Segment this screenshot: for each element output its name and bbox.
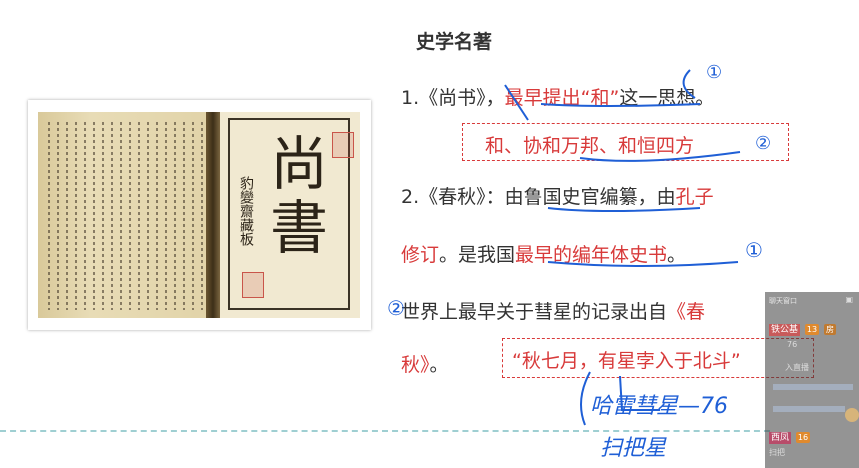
line3-highlight-1: 修订: [401, 244, 440, 266]
line4-highlight: 《春: [667, 301, 706, 323]
chat-message: 76: [787, 340, 798, 349]
book-text-page: [38, 112, 214, 318]
cover-title: 尚書: [269, 130, 330, 262]
chat-message-blurred: [773, 406, 845, 412]
classical-text-columns: [48, 122, 203, 310]
line2-highlight: 孔子: [675, 186, 714, 208]
quote-1: 和、协和万邦、和恒四方: [485, 135, 695, 157]
handwritten-note-broom-star: 扫把星: [600, 436, 667, 461]
book-image: 豹變齋藏板 尚書: [28, 100, 371, 330]
bracket-stroke: [580, 371, 591, 426]
text-line-3: 修订。是我国最早的编年体史书。: [401, 240, 686, 267]
user-level-badge: 16: [795, 432, 811, 443]
user-level-badge: 13: [804, 324, 820, 335]
seal-stamp: [332, 132, 354, 158]
room-badge: 房: [823, 324, 836, 335]
line3-end: 。: [667, 244, 687, 266]
line1-prefix: 1.《尚书》，: [401, 87, 505, 109]
chat-username: 铁公基: [769, 324, 801, 336]
cover-publisher-text: 豹變齋藏板: [238, 176, 254, 246]
chat-user-row: 铁公基 13 房: [769, 324, 836, 336]
line5-highlight: 秋》: [401, 354, 430, 376]
chat-message-blurred: [773, 384, 853, 390]
line4-prefix: 世界上最早关于彗星的记录出自: [401, 301, 668, 323]
chat-system-message: 入直播: [785, 363, 809, 372]
line2-prefix: 2.《春秋》：由: [401, 186, 524, 208]
slide-canvas: 豹變齋藏板 尚書 史学名著 1.《尚书》，最早提出“和”这一思想。 和、协和万邦…: [0, 0, 859, 468]
expand-icon[interactable]: ▣: [845, 295, 853, 304]
text-line-2: 2.《春秋》：由鲁国史官编纂，由孔子: [401, 182, 714, 209]
circle-2-mark: ②: [755, 133, 772, 154]
line3-highlight-2: 最早的编年体史书: [515, 244, 668, 266]
circle-3-mark: ①: [745, 238, 763, 262]
line5-end: 。: [429, 354, 449, 376]
handwritten-note-halley: 哈雷彗星—76: [590, 394, 728, 419]
seal-stamp: [242, 272, 264, 298]
line1-suffix: 这一思想。: [619, 87, 715, 109]
quote-2: “秋七月，有星孛入于北斗”: [512, 350, 741, 372]
circle-4-mark: ②: [387, 296, 405, 320]
circle-1-mark: ①: [706, 62, 723, 83]
chat-user-row: 西凤 16: [769, 432, 811, 444]
live-chat-panel[interactable]: 聊天窗口 ▣ 铁公基 13 房 76 入直播 西凤 16 扫把: [765, 292, 859, 468]
book-spine: [206, 112, 220, 318]
chat-username: 西凤: [769, 432, 792, 444]
chat-message: 扫把: [769, 448, 785, 457]
line1-highlight: 最早提出“和”: [504, 87, 620, 109]
text-line-5: 秋》。: [401, 350, 449, 377]
line2-mid: 鲁国史官编纂，由: [523, 186, 676, 208]
chat-title: 聊天窗口: [769, 297, 797, 305]
line3-mid: 。是我国: [439, 244, 516, 266]
text-line-4: 世界上最早关于彗星的记录出自《春: [401, 297, 705, 324]
emoji-avatar-icon: [845, 408, 859, 422]
text-line-1: 1.《尚书》，最早提出“和”这一思想。: [401, 83, 714, 110]
book-spread: 豹變齋藏板 尚書: [38, 112, 360, 318]
page-title: 史学名著: [416, 31, 493, 53]
book-cover-page: 豹變齋藏板 尚書: [220, 112, 360, 318]
